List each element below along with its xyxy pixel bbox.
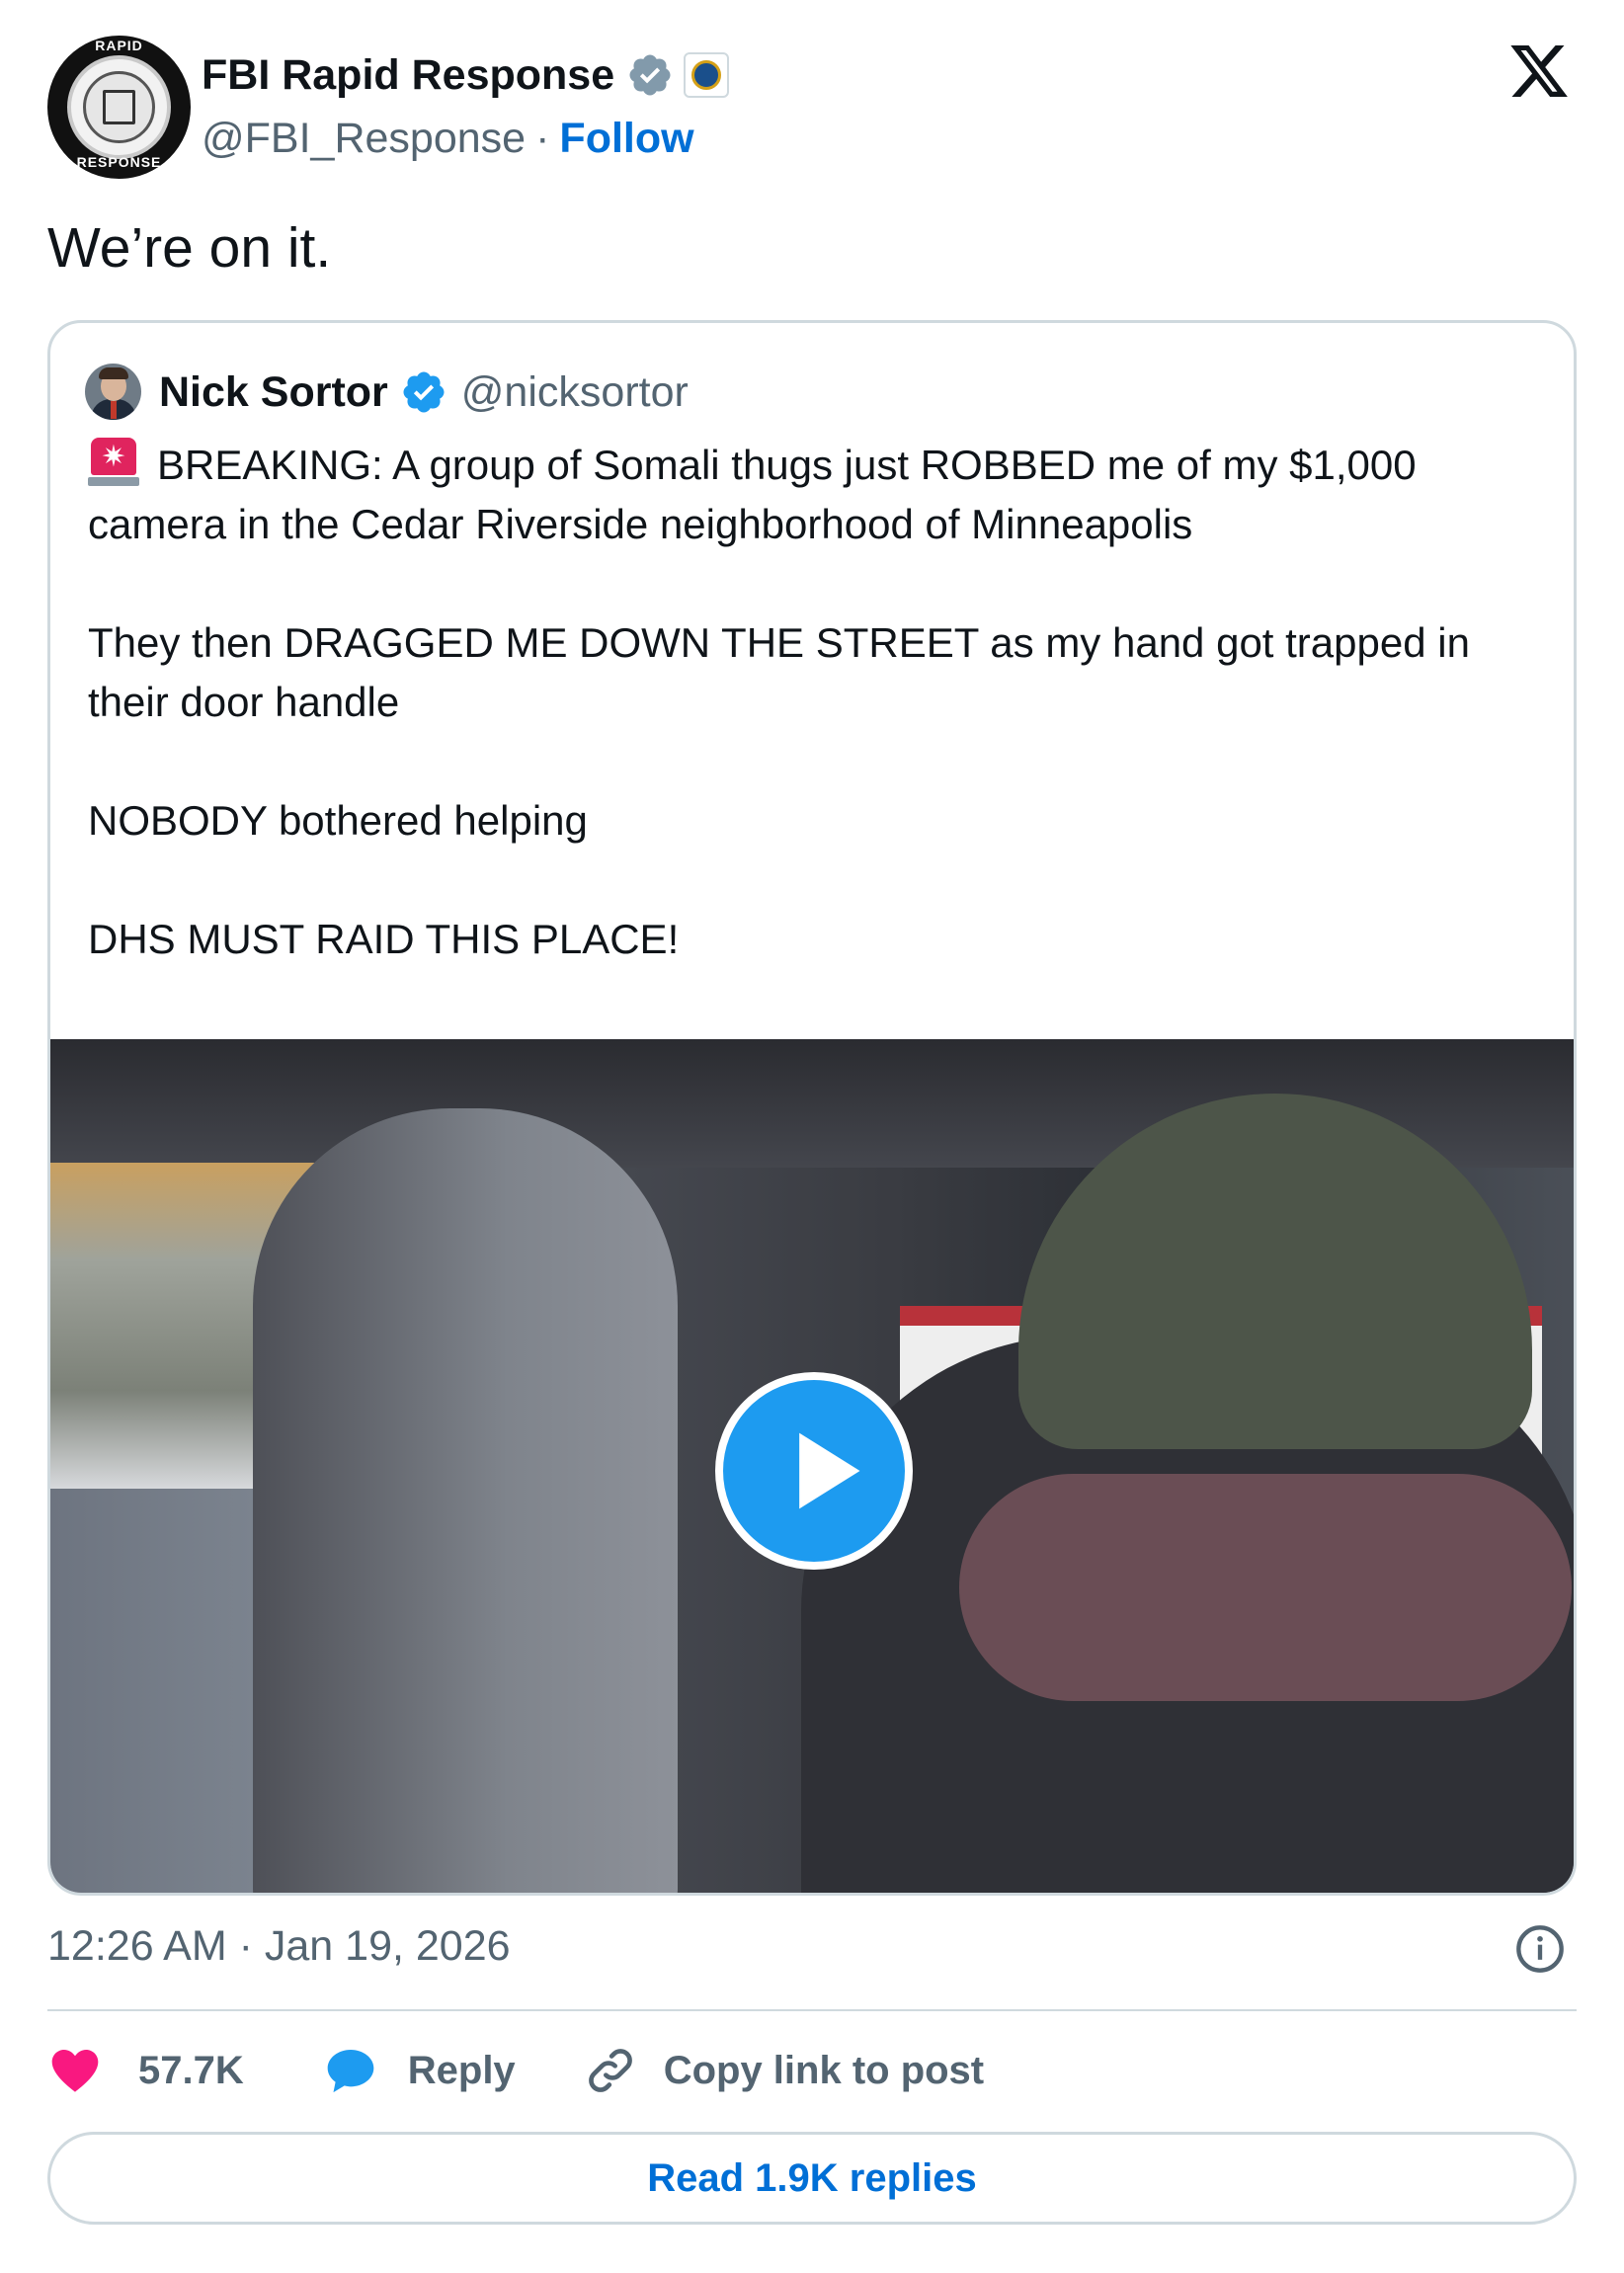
gray-verified-badge-icon — [629, 54, 671, 96]
author-name-row: FBI Rapid Response — [202, 45, 730, 105]
quoted-line-6: DHS MUST RAID THIS PLACE! — [88, 916, 680, 962]
post-card: RAPID RESPONSE FBI Rapid Response @FBI_R… — [0, 0, 1624, 2273]
quoted-post-text: ✷ BREAKING: A group of Somali thugs just … — [88, 436, 1550, 969]
reply-bubble-icon — [327, 2050, 374, 2093]
siren-icon: ✷ — [88, 438, 139, 487]
quoted-line-1: ✷ BREAKING: A group of Somali thugs just … — [88, 436, 1550, 495]
quoted-line-4: their door handle — [88, 679, 400, 725]
copy-link-button[interactable]: Copy link to post — [583, 2043, 984, 2098]
post-timestamp[interactable]: 12:26 AM · Jan 19, 2026 — [47, 1922, 511, 1971]
government-affiliation-icon — [684, 52, 730, 98]
follow-button[interactable]: Follow — [559, 115, 693, 163]
author-handle[interactable]: @FBI_Response — [202, 115, 526, 163]
heart-icon — [51, 2050, 99, 2092]
copy-link-label: Copy link to post — [663, 2048, 985, 2092]
reply-label: Reply — [407, 2048, 516, 2092]
read-replies-button[interactable]: Read 1.9K replies — [47, 2132, 1577, 2225]
author-avatar[interactable]: RAPID RESPONSE — [47, 36, 191, 179]
x-logo-icon[interactable] — [1505, 40, 1573, 103]
quoted-line-5: NOBODY bothered helping — [88, 797, 588, 844]
divider — [47, 2009, 1577, 2011]
quoted-author-handle[interactable]: @nicksortor — [461, 368, 689, 417]
author-handle-row: @FBI_Response · Follow — [202, 111, 694, 166]
seal-building-icon — [103, 90, 135, 124]
like-count: 57.7K — [138, 2048, 244, 2092]
blue-verified-badge-icon — [403, 371, 445, 413]
play-button[interactable] — [715, 1372, 913, 1570]
quoted-post[interactable]: Nick Sortor @nicksortor ✷ BREAKING: A gro… — [47, 320, 1577, 1896]
action-bar: 57.7K Reply Copy link to post — [47, 2033, 984, 2108]
quoted-line-3: They then DRAGGED ME DOWN THE STREET as … — [88, 619, 1470, 666]
video-thumbnail[interactable] — [50, 1039, 1574, 1893]
avatar-text-top: RAPID — [95, 38, 143, 53]
link-icon — [588, 2049, 632, 2092]
reply-button[interactable]: Reply — [323, 2043, 516, 2098]
quoted-line-2: camera in the Cedar Riverside neighborho… — [88, 501, 1193, 547]
avatar-text-bottom: RESPONSE — [76, 154, 162, 170]
handle-separator: · — [535, 114, 550, 162]
quoted-author-avatar[interactable] — [85, 364, 141, 420]
author-display-name[interactable]: FBI Rapid Response — [202, 51, 614, 100]
info-icon[interactable] — [1514, 1923, 1566, 1975]
post-text: We’re on it. — [47, 216, 332, 280]
like-button[interactable]: 57.7K — [47, 2043, 244, 2098]
play-icon — [799, 1432, 860, 1509]
quoted-author-row: Nick Sortor @nicksortor — [159, 363, 689, 422]
quoted-author-name[interactable]: Nick Sortor — [159, 368, 388, 417]
